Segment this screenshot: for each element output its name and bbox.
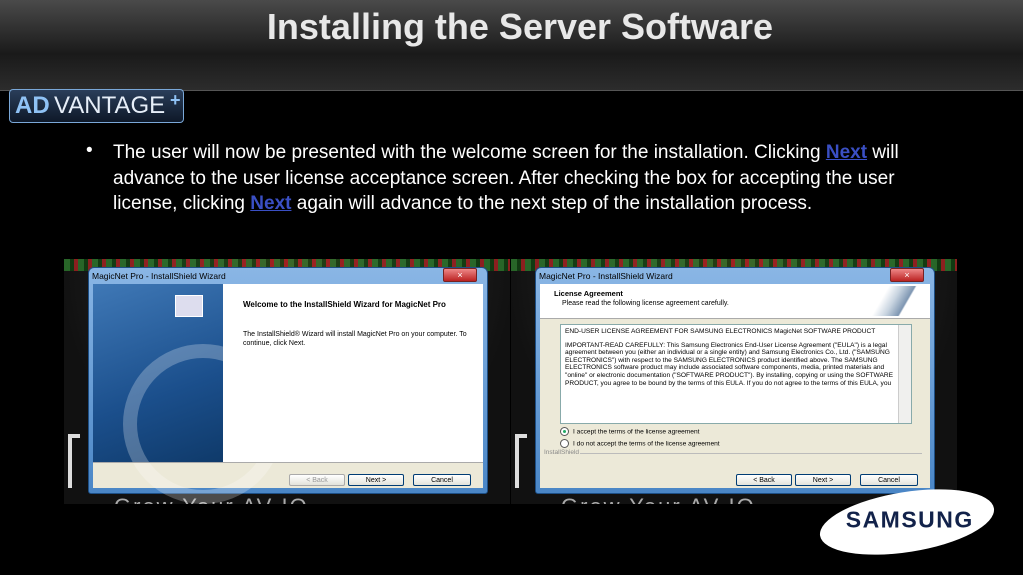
installshield-window-welcome: MagicNet Pro - InstallShield Wizard × We…	[88, 267, 488, 504]
decor-bracket	[515, 434, 527, 488]
decor-bracket	[68, 434, 80, 488]
back-button[interactable]: < Back	[736, 474, 792, 486]
license-screenshot: Grow Your AV IQ MagicNet Pro - InstallSh…	[511, 259, 957, 504]
window-title: MagicNet Pro - InstallShield Wizard	[92, 271, 226, 281]
background-slogan: Grow Your AV IQ	[561, 494, 756, 504]
para-seg1: The user will now be presented with the …	[113, 142, 826, 163]
next-link-2[interactable]: Next	[250, 193, 291, 214]
advantage-logo: AD VANTAGE +	[9, 89, 184, 123]
license-paragraph-1: END-USER LICENSE AGREEMENT FOR SAMSUNG E…	[565, 328, 876, 335]
para-seg3: again will advance to the next step of t…	[291, 193, 813, 214]
accept-label: I accept the terms of the license agreem…	[573, 428, 700, 436]
next-button[interactable]: Next >	[795, 474, 851, 486]
cancel-button[interactable]: Cancel	[860, 474, 918, 486]
license-header-subtitle: Please read the following license agreem…	[562, 300, 729, 307]
welcome-panel: Welcome to the InstallShield Wizard for …	[223, 284, 483, 462]
welcome-heading: Welcome to the InstallShield Wizard for …	[243, 300, 446, 309]
window-client: Welcome to the InstallShield Wizard for …	[93, 284, 483, 504]
logo-plus: +	[170, 90, 181, 110]
window-title: MagicNet Pro - InstallShield Wizard	[539, 271, 673, 281]
title-bar: Installing the Server Software	[0, 0, 1023, 91]
installer-icon	[175, 295, 203, 317]
page-curl-decor	[854, 286, 924, 316]
license-scrollbar[interactable]	[898, 325, 911, 423]
close-button[interactable]: ×	[443, 268, 477, 282]
installshield-label: InstallShield	[544, 449, 580, 456]
license-paragraph-2: IMPORTANT-READ CAREFULLY: This Samsung E…	[565, 341, 894, 387]
slide-title: Installing the Server Software	[266, 6, 774, 47]
cancel-button[interactable]: Cancel	[413, 474, 471, 486]
accept-radio[interactable]: I accept the terms of the license agreem…	[560, 427, 699, 436]
back-button[interactable]: < Back	[289, 474, 345, 486]
license-text: END-USER LICENSE AGREEMENT FOR SAMSUNG E…	[565, 328, 895, 387]
radio-selected-indicator[interactable]	[560, 427, 569, 436]
logo-part-vantage: VANTAGE	[54, 92, 166, 119]
license-text-box[interactable]: END-USER LICENSE AGREEMENT FOR SAMSUNG E…	[560, 324, 912, 424]
wizard-side-banner	[93, 284, 283, 504]
next-button[interactable]: Next >	[348, 474, 404, 486]
instruction-paragraph: The user will now be presented with the …	[113, 140, 923, 217]
welcome-screenshot: Grow Your AV IQ MagicNet Pro - InstallSh…	[64, 259, 510, 504]
window-client: License Agreement Please read the follow…	[540, 284, 930, 488]
installshield-window-license: MagicNet Pro - InstallShield Wizard × Li…	[535, 267, 935, 494]
decline-label: I do not accept the terms of the license…	[573, 440, 720, 448]
license-header-title: License Agreement	[554, 289, 623, 298]
installshield-line	[580, 453, 922, 454]
bullet-marker: •	[86, 140, 93, 161]
radio-unselected-indicator[interactable]	[560, 439, 569, 448]
next-link-1[interactable]: Next	[826, 142, 867, 163]
welcome-body: The InstallShield® Wizard will install M…	[243, 331, 467, 347]
button-separator	[93, 462, 483, 463]
samsung-wordmark: SAMSUNG	[845, 506, 974, 533]
logo-part-ad: AD	[15, 92, 50, 119]
decline-radio[interactable]: I do not accept the terms of the license…	[560, 439, 720, 448]
close-button[interactable]: ×	[890, 268, 924, 282]
license-header: License Agreement Please read the follow…	[540, 284, 930, 319]
